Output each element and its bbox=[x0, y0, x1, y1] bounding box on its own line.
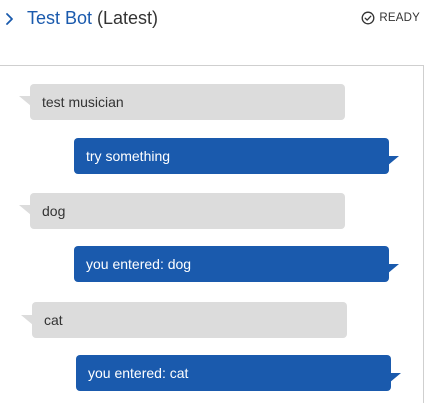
user-message: dog bbox=[30, 193, 345, 229]
chevron-right-icon[interactable] bbox=[3, 9, 17, 27]
bot-message: try something bbox=[74, 138, 389, 174]
bot-message: you entered: cat bbox=[76, 355, 391, 391]
bot-version: (Latest) bbox=[97, 8, 159, 28]
bot-name: Test Bot bbox=[27, 8, 93, 28]
bot-message: you entered: dog bbox=[74, 246, 389, 282]
user-message: cat bbox=[32, 302, 347, 338]
bot-title: Test Bot (Latest) bbox=[27, 7, 158, 29]
status-indicator: READY bbox=[361, 10, 420, 26]
status-label: READY bbox=[379, 12, 420, 24]
chat-panel: test musician try something dog you ente… bbox=[0, 65, 424, 403]
user-message: test musician bbox=[30, 84, 345, 120]
bot-header: Test Bot (Latest) READY bbox=[0, 0, 424, 36]
check-circle-icon bbox=[361, 11, 375, 25]
